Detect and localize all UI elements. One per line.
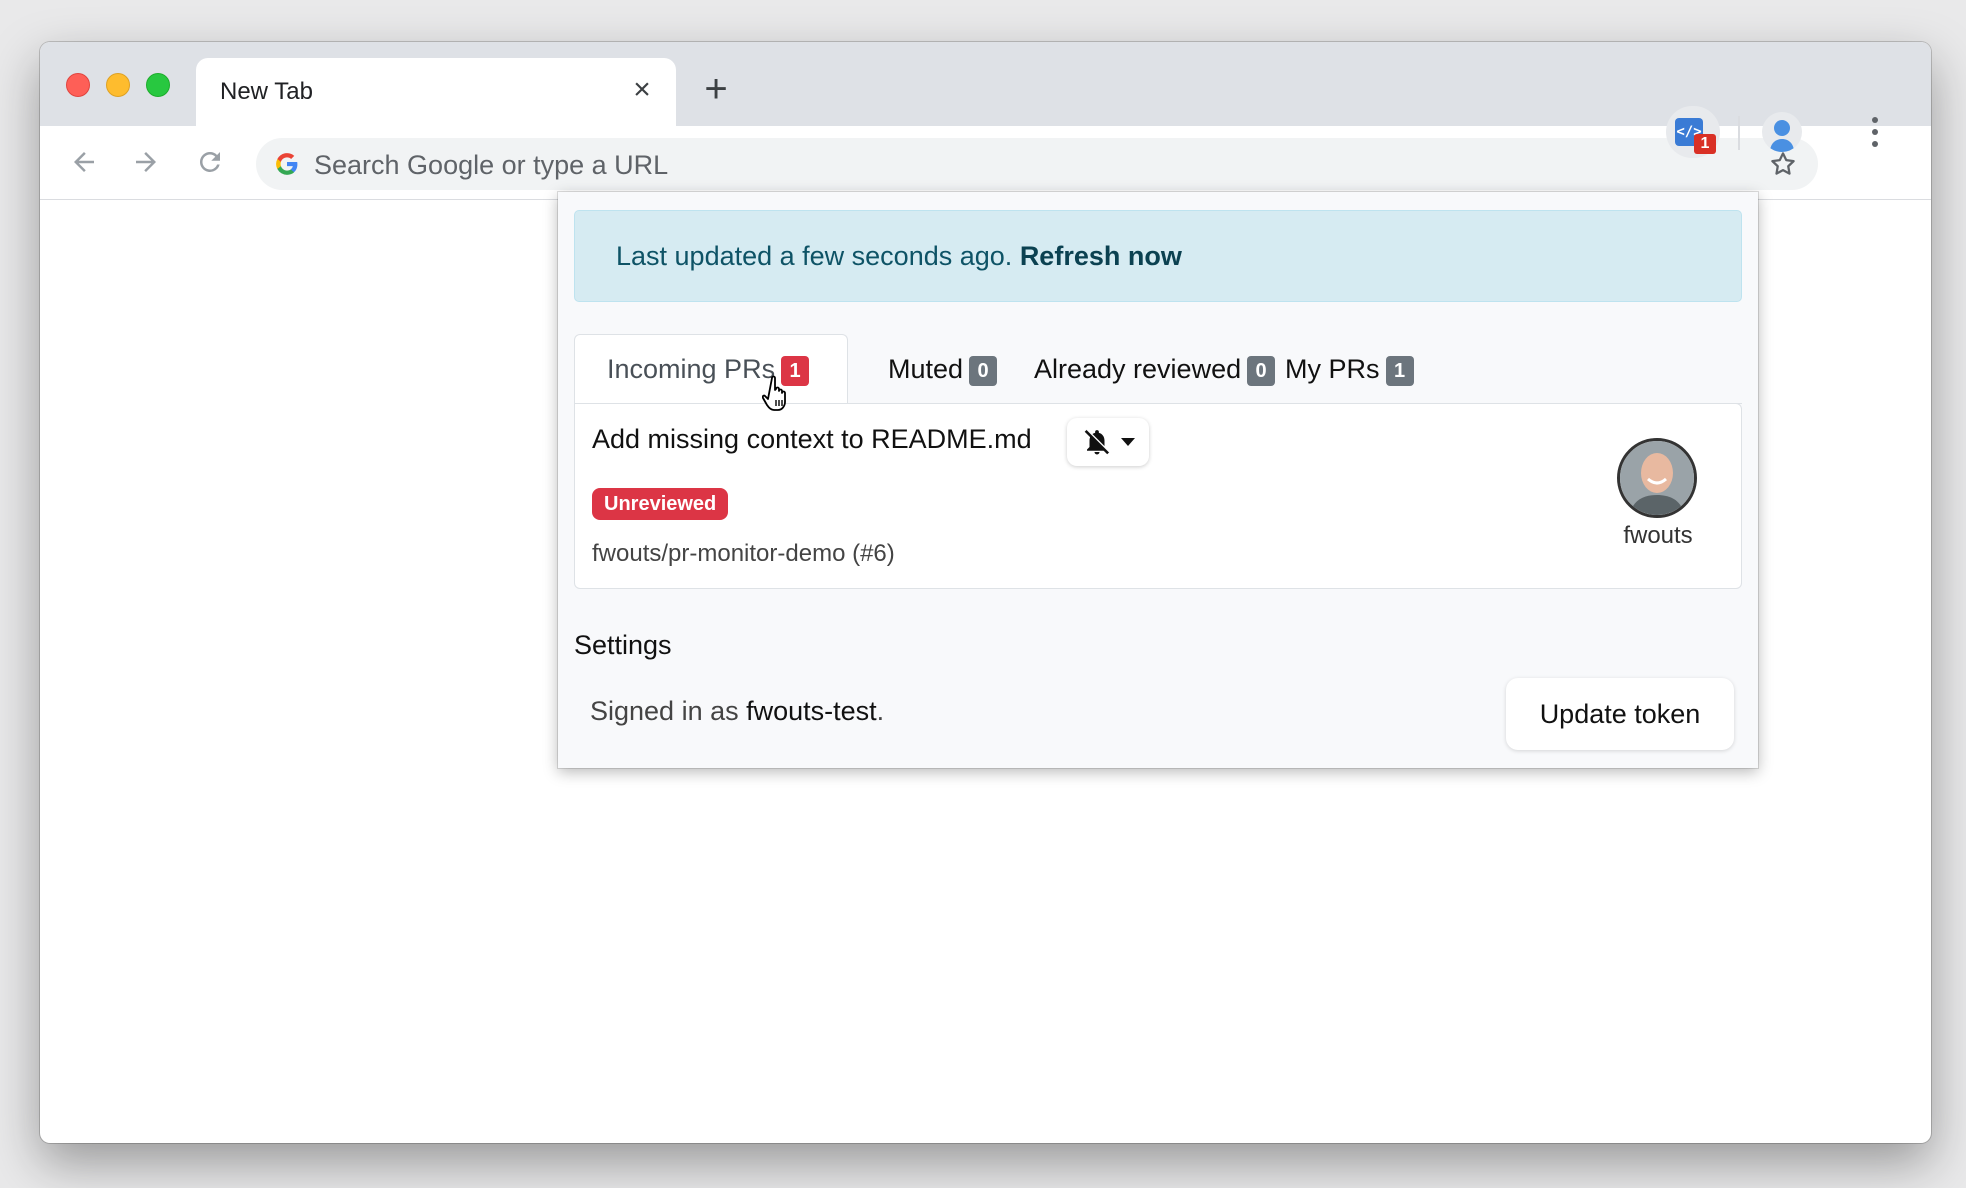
last-updated-alert: Last updated a few seconds ago. Refresh …: [574, 210, 1742, 302]
more-menu-icon[interactable]: [1870, 114, 1880, 150]
browser-tab[interactable]: New Tab ×: [196, 58, 676, 126]
alert-message: Last updated a few seconds ago. Refresh …: [616, 241, 1182, 272]
minimize-window-button[interactable]: [106, 73, 130, 97]
google-icon: [276, 153, 298, 175]
signed-in-prefix: Signed in as: [590, 696, 739, 726]
signed-in-text: Signed in as fwouts-test.: [590, 696, 884, 727]
tab-incoming-prs[interactable]: Incoming PRs 1: [574, 334, 848, 404]
reload-button[interactable]: [188, 140, 232, 184]
signed-in-suffix: .: [876, 696, 885, 726]
extension-badge: 1: [1694, 134, 1716, 154]
hand-pointer-cursor-icon: [762, 375, 786, 411]
tab-my-prs[interactable]: My PRs 1: [1251, 334, 1448, 404]
tab-label: Muted: [888, 353, 964, 384]
caret-down-icon: [1121, 438, 1135, 446]
alert-text: Last updated a few seconds ago.: [616, 241, 1013, 271]
author-avatar: [1617, 438, 1697, 518]
tab-label: Incoming PRs: [607, 353, 776, 384]
signed-in-username: fwouts-test: [746, 696, 877, 726]
tab-strip: New Tab × +: [40, 42, 1931, 126]
profile-avatar[interactable]: [1762, 112, 1802, 152]
reload-icon: [199, 151, 220, 172]
bookmark-star-icon[interactable]: [1768, 149, 1798, 179]
tab-title: New Tab: [220, 78, 313, 105]
toolbar-divider: [1738, 116, 1740, 150]
close-tab-icon[interactable]: ×: [626, 74, 658, 106]
address-bar[interactable]: Search Google or type a URL: [256, 138, 1818, 190]
browser-toolbar: Search Google or type a URL: [40, 126, 1931, 200]
pr-tabs: Incoming PRs 1 Muted 0 Already reviewed …: [574, 334, 1742, 404]
new-tab-button[interactable]: +: [696, 69, 736, 110]
mute-dropdown-button[interactable]: [1067, 418, 1149, 466]
arrow-left-icon: [74, 152, 94, 172]
pull-request-card[interactable]: Add missing context to README.md Unrevie…: [574, 403, 1742, 589]
status-badge: Unreviewed: [592, 488, 729, 520]
tab-label: Already reviewed: [1034, 353, 1242, 384]
maximize-window-button[interactable]: [146, 73, 170, 97]
bell-slash-icon: [1084, 429, 1110, 455]
arrow-right-icon: [136, 152, 156, 172]
refresh-now-link[interactable]: Refresh now: [1020, 241, 1182, 271]
user-icon: [1770, 120, 1794, 152]
back-button[interactable]: [62, 140, 106, 184]
forward-button[interactable]: [124, 140, 168, 184]
tab-label: My PRs: [1285, 353, 1380, 384]
tab-count-badge: 1: [1385, 356, 1414, 386]
settings-heading: Settings: [574, 630, 672, 660]
tab-count-badge: 0: [969, 356, 998, 386]
author-photo-icon: [1620, 441, 1694, 515]
extension-popup: Last updated a few seconds ago. Refresh …: [558, 192, 1758, 768]
address-placeholder: Search Google or type a URL: [314, 150, 669, 180]
pr-repo: fwouts/pr-monitor-demo (#6): [592, 540, 895, 567]
update-token-button[interactable]: Update token: [1506, 678, 1734, 750]
pr-title[interactable]: Add missing context to README.md: [592, 424, 1032, 455]
author-name: fwouts: [1623, 522, 1693, 549]
close-window-button[interactable]: [66, 73, 90, 97]
